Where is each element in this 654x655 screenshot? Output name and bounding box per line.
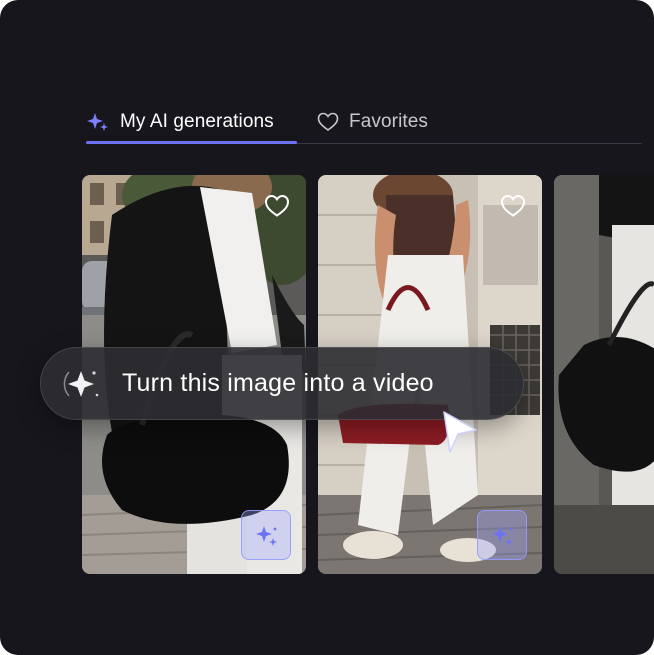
tooltip-text: Turn this image into a video bbox=[122, 369, 434, 397]
sparkle-icon bbox=[492, 526, 513, 546]
heart-icon bbox=[264, 194, 290, 217]
tab-favorites[interactable]: Favorites bbox=[317, 102, 428, 142]
sparkle-icon bbox=[86, 111, 110, 133]
tab-bar: My AI generations Favorites bbox=[86, 98, 642, 146]
animate-image-button[interactable] bbox=[477, 510, 527, 560]
heart-icon bbox=[317, 112, 339, 132]
favorite-button[interactable] bbox=[262, 191, 292, 221]
pointer-cursor-icon bbox=[443, 411, 477, 453]
active-tab-indicator bbox=[86, 141, 297, 144]
generated-image bbox=[554, 175, 654, 574]
sparkle-icon bbox=[256, 526, 277, 546]
tab-label: Favorites bbox=[349, 111, 429, 132]
app-panel: My AI generations Favorites Turn this im… bbox=[0, 0, 654, 655]
favorite-button[interactable] bbox=[498, 191, 528, 221]
animate-image-button[interactable] bbox=[241, 510, 291, 560]
tab-my-ai-generations[interactable]: My AI generations bbox=[86, 102, 274, 142]
heart-icon bbox=[500, 194, 526, 217]
sparkle-icon bbox=[61, 362, 105, 406]
tab-label: My AI generations bbox=[120, 111, 274, 132]
gallery-card[interactable] bbox=[554, 175, 654, 574]
